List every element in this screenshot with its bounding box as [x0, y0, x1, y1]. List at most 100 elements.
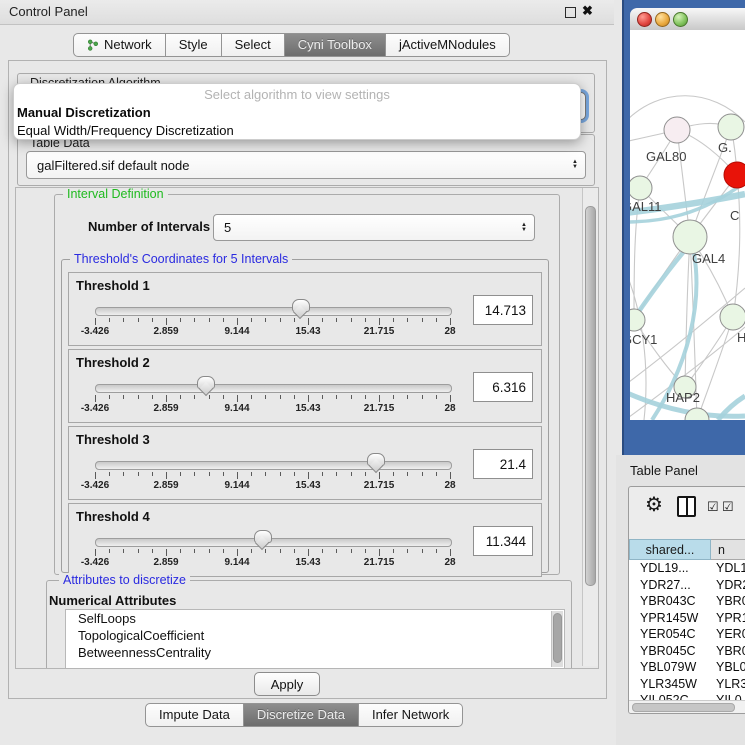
slider-tick-label: 15.43: [295, 557, 320, 568]
slider-tick: [436, 549, 437, 553]
tab-jactivemnodules[interactable]: jActiveMNodules: [386, 33, 510, 57]
slider-track[interactable]: [95, 461, 452, 470]
node-top-right[interactable]: [718, 114, 744, 140]
table-row[interactable]: YBL079WYBL0: [629, 659, 745, 676]
minimize-light-icon[interactable]: [655, 12, 670, 27]
tab-style[interactable]: Style: [166, 33, 222, 57]
slider-tick: [422, 549, 423, 553]
slider-tick: [152, 472, 153, 476]
node-gcy1[interactable]: [630, 309, 645, 331]
network-edge[interactable]: [697, 317, 733, 420]
threshold-panel-3: Threshold 3-3.4262.8599.14415.4321.71528…: [68, 426, 542, 500]
slider-tick: [180, 318, 181, 322]
settings-vertical-scrollbar-thumb[interactable]: [585, 206, 596, 586]
slider-tick: [166, 395, 167, 402]
slider-tick: [379, 472, 380, 479]
table-row[interactable]: YDR27...YDR2: [629, 577, 745, 594]
table-row[interactable]: YBR043CYBR0: [629, 593, 745, 610]
tab-network[interactable]: Network: [73, 33, 166, 57]
table-row[interactable]: YER054CYER0: [629, 626, 745, 643]
table-row[interactable]: YDL19...YDL1: [629, 560, 745, 577]
slider-tick: [336, 472, 337, 476]
threshold-value-field[interactable]: 11.344: [473, 526, 533, 556]
attribute-item-selfloops[interactable]: SelfLoops: [66, 610, 564, 627]
slider-tick: [95, 549, 96, 556]
split-columns-icon[interactable]: [677, 496, 696, 517]
table-data-combobox[interactable]: galFiltered.sif default node ▲▼: [26, 151, 586, 179]
threshold-value-field[interactable]: 6.316: [473, 372, 533, 402]
table-horizontal-scrollbar[interactable]: [629, 700, 745, 713]
node-label-g: G.: [718, 140, 732, 155]
node-gal11[interactable]: [630, 176, 652, 200]
tab-discretize-data[interactable]: Discretize Data: [244, 703, 359, 727]
checkbox-icon[interactable]: ☑: [722, 499, 734, 515]
column-header-shared-name[interactable]: shared...: [629, 539, 711, 560]
numerical-attributes-list[interactable]: SelfLoopsTopologicalCoefficientBetweenne…: [65, 609, 565, 669]
number-of-intervals-value: 5: [224, 220, 231, 235]
combobox-stepper-icon: ▲▼: [572, 160, 578, 170]
node-right-h[interactable]: [720, 304, 745, 330]
number-of-intervals-combobox[interactable]: 5 ▲▼: [213, 214, 535, 241]
screen: Control Panel ✖ NetworkStyleSelectCyni T…: [0, 0, 745, 745]
slider-thumb[interactable]: [197, 376, 215, 389]
zoom-light-icon[interactable]: [673, 12, 688, 27]
threshold-value-field[interactable]: 21.4: [473, 449, 533, 479]
cell-name: YBR0: [709, 594, 745, 608]
algorithm-option-manual-discretization[interactable]: Manual Discretization: [14, 104, 580, 122]
slider-thumb[interactable]: [254, 530, 272, 543]
slider-tick-label: -3.426: [81, 326, 109, 337]
network-graph[interactable]: GAL80G.GAL11CGAL4GCY1HHAP2: [630, 30, 745, 420]
cell-shared-name: YBR043C: [629, 594, 709, 608]
gear-icon[interactable]: ⚙: [645, 492, 663, 517]
apply-button[interactable]: Apply: [254, 672, 320, 696]
attribute-item-topologicalcoefficient[interactable]: TopologicalCoefficient: [66, 627, 564, 644]
slider-tick: [308, 549, 309, 556]
attribute-item-betweennesscentrality[interactable]: BetweennessCentrality: [66, 644, 564, 661]
network-canvas[interactable]: GAL80G.GAL11CGAL4GCY1HHAP2: [630, 30, 745, 420]
slider-tick: [365, 549, 366, 553]
tab-infer-network[interactable]: Infer Network: [359, 703, 463, 727]
table-row[interactable]: YPR145WYPR1: [629, 610, 745, 627]
column-header-name[interactable]: n: [711, 539, 745, 560]
network-window-titlebar: [630, 8, 745, 31]
algorithm-option-equal-width-frequency-discretization[interactable]: Equal Width/Frequency Discretization: [14, 122, 580, 140]
table-row[interactable]: YLR345WYLR3: [629, 676, 745, 693]
node-gal4[interactable]: [673, 220, 707, 254]
table-horizontal-scrollbar-thumb[interactable]: [632, 703, 735, 712]
slider-track[interactable]: [95, 307, 452, 316]
slider-track[interactable]: [95, 384, 452, 393]
slider-tick: [123, 395, 124, 399]
algorithm-popup-hint: Select algorithm to view settings: [14, 84, 580, 104]
slider-tick: [223, 318, 224, 322]
checkbox-icon[interactable]: ☑: [707, 499, 719, 515]
cell-name: YBR0: [709, 644, 745, 658]
network-edge[interactable]: [685, 237, 690, 387]
tab-select[interactable]: Select: [222, 33, 285, 57]
node-label-hap2: HAP2: [666, 390, 700, 405]
attributes-list-scrollbar[interactable]: [551, 611, 563, 667]
combobox-stepper-icon: ▲▼: [521, 223, 527, 233]
float-panel-icon[interactable]: [565, 7, 576, 18]
slider-track[interactable]: [95, 538, 452, 547]
slider-tick: [237, 472, 238, 479]
threshold-value-field[interactable]: 14.713: [473, 295, 533, 325]
slider-thumb[interactable]: [292, 299, 310, 312]
tab-label: jActiveMNodules: [399, 34, 496, 56]
slider-tick: [223, 395, 224, 399]
slider-tick-label: 28: [444, 480, 455, 491]
slider-tick: [265, 318, 266, 322]
slider-tick-label: 21.715: [364, 403, 395, 414]
close-light-icon[interactable]: [637, 12, 652, 27]
tab-impute-data[interactable]: Impute Data: [145, 703, 244, 727]
node-red[interactable]: [724, 162, 745, 188]
slider-tick: [280, 549, 281, 553]
table-row[interactable]: YBR045CYBR0: [629, 643, 745, 660]
slider-tick: [351, 395, 352, 399]
close-panel-icon[interactable]: ✖: [582, 3, 593, 19]
tab-cyni-toolbox[interactable]: Cyni Toolbox: [285, 33, 386, 57]
slider-thumb[interactable]: [367, 453, 385, 466]
slider-tick-label: 2.859: [153, 326, 178, 337]
attributes-list-scrollbar-thumb[interactable]: [553, 613, 562, 663]
node-gal80[interactable]: [664, 117, 690, 143]
settings-vertical-scrollbar[interactable]: [582, 188, 598, 666]
